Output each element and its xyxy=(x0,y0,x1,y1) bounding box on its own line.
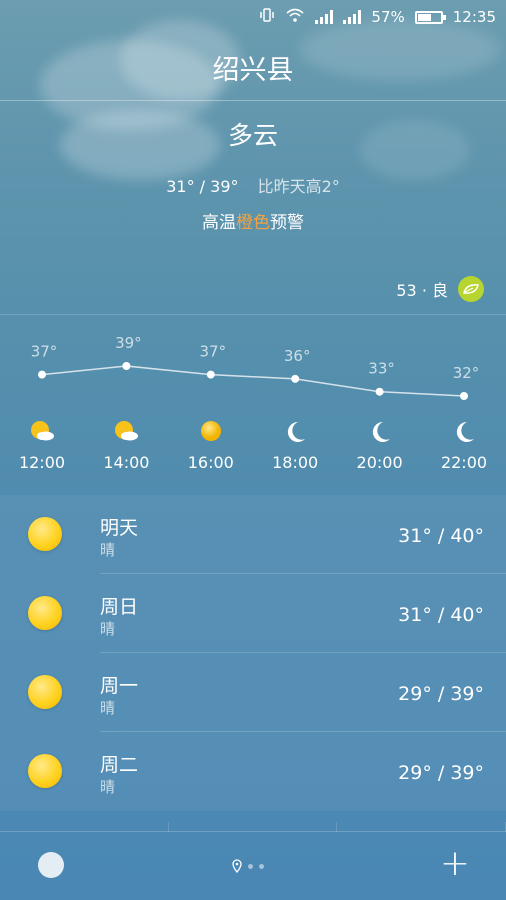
aqi-indicator[interactable]: 53 · 良 xyxy=(396,276,484,302)
yesterday-compare: 比昨天高2° xyxy=(257,177,340,196)
add-city-button[interactable]: + xyxy=(440,846,470,882)
temp-line xyxy=(41,365,465,397)
day-desc: 晴 xyxy=(100,699,116,717)
moon-icon xyxy=(365,419,395,449)
sun-icon xyxy=(28,596,62,630)
wifi-icon xyxy=(285,7,305,27)
city-name[interactable]: 绍兴县 xyxy=(0,48,506,87)
hour-time: 20:00 xyxy=(356,453,403,472)
page-indicator xyxy=(232,859,264,873)
signal-icon xyxy=(315,10,334,24)
hour-time: 12:00 xyxy=(18,453,66,472)
weather-alert[interactable]: 高温橙色预警 xyxy=(0,208,506,233)
day-range: 29° / 39° xyxy=(398,683,484,705)
battery-icon xyxy=(414,10,446,24)
temp-point xyxy=(291,374,300,383)
hour-time: 14:00 xyxy=(103,453,150,472)
current-condition: 多云 xyxy=(227,121,278,150)
day-name: 周二 xyxy=(100,754,139,776)
vibrate-icon xyxy=(259,7,275,27)
day-range: 29° / 39° xyxy=(398,762,484,784)
temp-label: 36° xyxy=(284,347,311,365)
temp-point xyxy=(122,362,131,370)
current-temp-row: 31° / 39° 比昨天高2° xyxy=(0,173,506,197)
daily-forecast: 明天 晴 31° / 40° 周日 晴 31° / 40° 周一 晴 29° /… xyxy=(0,495,506,811)
temp-label: 39° xyxy=(115,334,142,352)
temp-point xyxy=(206,370,215,379)
day-desc: 晴 xyxy=(100,541,116,559)
day-desc: 晴 xyxy=(100,778,116,796)
day-desc: 晴 xyxy=(100,620,116,638)
sun-icon xyxy=(28,754,62,788)
partly-cloudy-icon xyxy=(27,419,57,449)
alert-color-word: 橙色 xyxy=(236,213,270,233)
day-name: 周日 xyxy=(100,596,139,618)
temp-label: 37° xyxy=(31,343,58,361)
temp-label: 37° xyxy=(200,343,227,361)
moon-icon xyxy=(280,419,310,449)
moon-icon xyxy=(449,419,479,449)
alert-prefix: 高温 xyxy=(202,213,236,233)
temp-label: 32° xyxy=(453,364,480,382)
hour-time: 16:00 xyxy=(187,453,234,472)
day-range: 31° / 40° xyxy=(398,604,484,626)
page-dot xyxy=(259,863,264,869)
bottom-bar: + xyxy=(0,831,506,900)
battery-percent: 57% xyxy=(371,8,405,26)
aqi-value: 53 · 良 xyxy=(396,281,448,300)
partly-cloudy-icon xyxy=(111,419,141,449)
temp-point xyxy=(460,392,468,400)
day-name: 明天 xyxy=(100,517,139,539)
hour-time: 22:00 xyxy=(440,453,488,472)
hourly-temp-chart: 37° 39° 37° 36° 33° 32° xyxy=(31,334,480,400)
temp-point xyxy=(38,370,46,379)
signal-icon xyxy=(343,10,362,24)
page-dot xyxy=(248,863,253,869)
status-bar: 57% 12:35 xyxy=(0,0,506,34)
temp-label: 33° xyxy=(368,360,395,378)
location-pin-icon xyxy=(232,859,242,873)
daily-row[interactable]: 周一 晴 29° / 39° xyxy=(0,653,506,732)
day-range: 31° / 40° xyxy=(398,525,484,547)
temp-point xyxy=(375,387,384,396)
sun-icon xyxy=(196,419,226,449)
hourly-times: 12:00 14:00 16:00 18:00 20:00 22:00 xyxy=(0,453,506,475)
header-divider xyxy=(0,100,506,101)
app-logo-icon[interactable] xyxy=(38,852,64,878)
sun-icon xyxy=(28,675,62,709)
leaf-icon xyxy=(458,276,484,302)
hour-time: 18:00 xyxy=(272,453,319,472)
day-name: 周一 xyxy=(100,675,139,697)
daily-row[interactable]: 明天 晴 31° / 40° xyxy=(0,495,506,574)
sun-icon xyxy=(28,517,62,551)
hourly-icons xyxy=(0,419,506,449)
alert-suffix: 预警 xyxy=(270,213,304,233)
hourly-forecast[interactable]: 37° 39° 37° 36° 33° 32° 12:00 14:00 16:00 18:00 2… xyxy=(0,314,506,491)
daily-row[interactable]: 周二 晴 29° / 39° xyxy=(0,732,506,811)
daily-row[interactable]: 周日 晴 31° / 40° xyxy=(0,574,506,653)
today-range: 31° / 39° xyxy=(166,177,239,196)
clock: 12:35 xyxy=(452,8,496,26)
